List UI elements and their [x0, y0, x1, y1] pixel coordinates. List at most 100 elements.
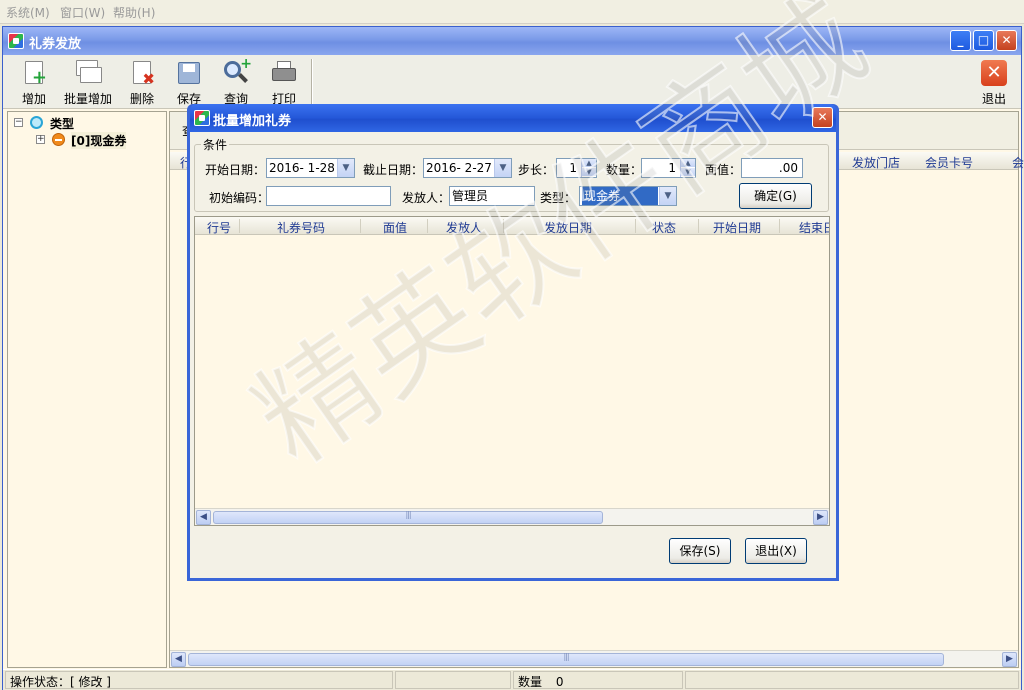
printer-icon: [270, 59, 298, 87]
init-code-input[interactable]: [266, 186, 391, 206]
batch-add-label: 批量增加: [63, 92, 112, 106]
qty-label: 数量：: [606, 163, 643, 177]
end-date-value: 2016- 2-27: [426, 161, 492, 175]
main-hscrollbar[interactable]: ◀ ▶: [170, 650, 1018, 667]
col-row-no[interactable]: 行号: [207, 219, 231, 234]
qty-status-value: 0: [555, 675, 564, 689]
col-status[interactable]: 状态: [652, 219, 676, 234]
menu-system[interactable]: 系统(M): [6, 4, 50, 21]
col-start-date[interactable]: 开始日期: [713, 219, 761, 234]
qty-value: 1: [668, 161, 676, 175]
end-date-picker[interactable]: 2016- 2-27 ▼: [423, 158, 512, 178]
start-date-picker[interactable]: 2016- 1-28 ▼: [266, 158, 355, 178]
init-code-label: 初始编码：: [209, 191, 270, 205]
scroll-right-icon[interactable]: ▶: [1002, 652, 1017, 667]
confirm-button[interactable]: 确定(G): [739, 183, 812, 209]
scroll-left-icon[interactable]: ◀: [171, 652, 186, 667]
op-status: 操作状态：[ 修改 ]: [5, 671, 393, 689]
start-date-dropdown-icon[interactable]: ▼: [337, 159, 354, 177]
conditions-legend: 条件: [201, 136, 230, 153]
issuer-value: 管理员: [452, 189, 489, 203]
col-issue-date[interactable]: 发放日期: [544, 219, 592, 234]
menubar: 系统(M) 窗口(W) 帮助(H): [0, 0, 1024, 24]
step-value: 1: [569, 161, 577, 175]
status-spacer: [395, 671, 511, 689]
batch-add-button[interactable]: 批量增加: [60, 59, 116, 107]
start-date-value: 2016- 1-28: [269, 161, 335, 175]
exit-button[interactable]: ✕ 退出: [968, 59, 1020, 107]
end-date-dropdown-icon[interactable]: ▼: [494, 159, 511, 177]
qty-status: 数量 0: [513, 671, 683, 689]
save-button[interactable]: 保存: [163, 59, 215, 107]
voucher-hscrollbar[interactable]: ◀ ▶: [195, 508, 829, 525]
issuer-label: 发放人：: [402, 191, 451, 205]
voucher-grid-header: 行号 礼券号码 面值 发放人 发放日期 状态 开始日期 结束日: [195, 217, 829, 235]
voucher-scroll-thumb[interactable]: [213, 511, 603, 524]
col-face-value[interactable]: 面值: [383, 219, 407, 234]
delete-button[interactable]: ✖ 删除: [116, 59, 168, 107]
tree-item-label: [0]现金券: [71, 132, 127, 149]
col-end-date[interactable]: 结束日: [799, 219, 829, 234]
print-button[interactable]: 打印: [258, 59, 310, 107]
voucher-scroll-right-icon[interactable]: ▶: [813, 510, 828, 525]
expand-icon[interactable]: +: [36, 135, 45, 144]
qty-stepper[interactable]: 1 ▲ ▼: [641, 158, 696, 178]
delete-icon: ✖: [128, 59, 156, 87]
step-stepper[interactable]: 1 ▲ ▼: [556, 158, 597, 178]
window-titlebar[interactable]: 礼券发放 _ □ ✕: [3, 27, 1021, 55]
toolbar-separator: [311, 59, 313, 105]
face-value: .00: [778, 161, 798, 175]
magnifier-icon: +: [222, 56, 252, 87]
col-member-card[interactable]: 会员卡号: [925, 154, 973, 171]
batch-add-icon: [74, 59, 102, 87]
query-button[interactable]: + 查询: [210, 56, 262, 107]
col-issuer[interactable]: 发放人: [446, 219, 482, 234]
start-date-label: 开始日期：: [205, 163, 266, 177]
type-select[interactable]: 现金券 ▼: [579, 186, 677, 206]
step-spin-icon[interactable]: ▲ ▼: [581, 159, 596, 177]
type-dropdown-icon[interactable]: ▼: [659, 187, 676, 205]
step-label: 步长：: [518, 163, 555, 177]
qty-status-label: 数量: [518, 675, 543, 689]
add-button[interactable]: + 增加: [8, 59, 60, 107]
voucher-scroll-left-icon[interactable]: ◀: [196, 510, 211, 525]
voucher-grid: 行号 礼券号码 面值 发放人 发放日期 状态 开始日期 结束日 ◀ ▶: [194, 216, 830, 526]
window-title: 礼券发放: [29, 37, 82, 52]
qty-spin-icon[interactable]: ▲ ▼: [680, 159, 695, 177]
menu-help[interactable]: 帮助(H): [113, 4, 155, 21]
statusbar: 操作状态：[ 修改 ] 数量 0: [3, 669, 1021, 690]
batch-add-dialog: 批量增加礼券 ✕ 条件 开始日期： 2016- 1-28 ▼ 截止日期： 201…: [187, 104, 839, 581]
tree-node-root[interactable]: − 类型: [14, 115, 144, 131]
minimize-button[interactable]: _: [950, 30, 971, 51]
issuer-input[interactable]: 管理员: [449, 186, 535, 206]
conditions-group: 条件 开始日期： 2016- 1-28 ▼ 截止日期： 2016- 2-27 ▼…: [194, 136, 829, 212]
scroll-thumb[interactable]: [188, 653, 944, 666]
dialog-titlebar[interactable]: 批量增加礼券 ✕: [190, 104, 836, 132]
status-spacer-2: [685, 671, 1019, 689]
dialog-exit-button[interactable]: 退出(X): [745, 538, 807, 564]
menu-window[interactable]: 窗口(W): [60, 4, 105, 21]
tree-node-cash-voucher[interactable]: + [0]现金券: [36, 132, 136, 149]
dialog-body: 条件 开始日期： 2016- 1-28 ▼ 截止日期： 2016- 2-27 ▼…: [190, 132, 836, 578]
app-icon: [8, 33, 24, 49]
window-close-button[interactable]: ✕: [996, 30, 1017, 51]
col-more[interactable]: 会: [1012, 154, 1024, 171]
face-value-label: 面值：: [705, 163, 742, 177]
face-value-input[interactable]: .00: [741, 158, 803, 178]
dialog-save-button[interactable]: 保存(S): [669, 538, 731, 564]
dialog-app-icon: [194, 110, 210, 126]
tree-root-icon: [30, 116, 43, 129]
col-voucher-no[interactable]: 礼券号码: [277, 219, 325, 234]
collapse-icon[interactable]: −: [14, 118, 23, 127]
toolbar: + 增加 批量增加 ✖ 删除 保存 + 查询 打印 ✕ 退出: [3, 55, 1021, 109]
add-icon: +: [20, 59, 48, 87]
type-value: 现金券: [582, 187, 658, 205]
delete-label: 删除: [129, 92, 154, 106]
type-label: 类型：: [540, 191, 577, 205]
dialog-title: 批量增加礼券: [213, 114, 292, 129]
maximize-button[interactable]: □: [973, 30, 994, 51]
save-icon: [175, 59, 203, 87]
col-issue-store[interactable]: 发放门店: [852, 154, 900, 171]
exit-label: 退出: [981, 92, 1006, 106]
dialog-close-button[interactable]: ✕: [812, 107, 833, 128]
